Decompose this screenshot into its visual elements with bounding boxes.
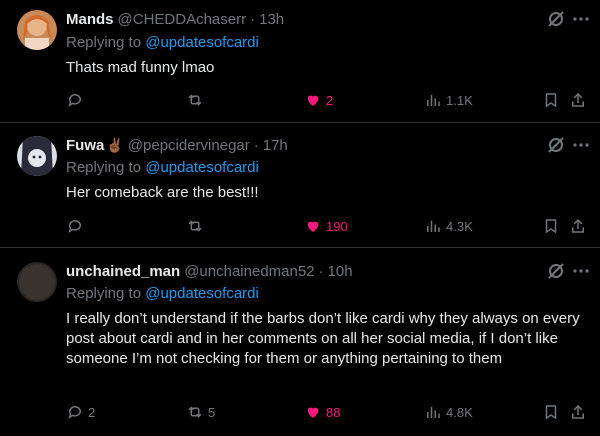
replying-to: Replying to @updatesofcardi xyxy=(66,159,259,179)
like-button[interactable]: 190 xyxy=(304,215,348,237)
bookmark-button[interactable] xyxy=(542,215,560,237)
retweet-icon xyxy=(188,406,202,418)
reply-button[interactable]: 2 xyxy=(66,401,95,423)
tweet-text: I really don’t understand if the barbs d… xyxy=(66,310,580,367)
heart-filled-icon xyxy=(307,221,319,232)
reply-icon xyxy=(68,94,81,107)
heart-filled-icon xyxy=(307,407,319,418)
retweet-button[interactable]: 5 xyxy=(186,401,215,423)
reply-button[interactable] xyxy=(66,215,88,237)
bookmark-icon xyxy=(545,405,557,420)
replying-to: Replying to @updatesofcardi xyxy=(66,34,259,54)
views-count: 4.3K xyxy=(446,218,473,234)
share-button[interactable] xyxy=(569,89,587,111)
views-button[interactable]: 4.3K xyxy=(424,215,473,237)
separator-dot: · xyxy=(250,10,256,28)
grok-icon[interactable] xyxy=(545,260,567,282)
avatar[interactable] xyxy=(17,10,57,50)
user-handle[interactable]: @unchainedman52 xyxy=(184,263,314,280)
display-name[interactable]: unchained_man xyxy=(66,263,180,280)
retweet-count: 5 xyxy=(208,404,216,420)
like-button[interactable]: 88 xyxy=(304,401,340,423)
user-handle[interactable]: @CHEDDAchaserr xyxy=(118,11,247,28)
display-name[interactable]: Mands xyxy=(66,11,114,28)
views-count: 4.8K xyxy=(446,404,473,420)
retweet-button[interactable] xyxy=(186,215,208,237)
timestamp[interactable]: 13h xyxy=(259,11,284,28)
views-icon xyxy=(427,406,440,418)
share-button[interactable] xyxy=(569,401,587,423)
separator-dot: · xyxy=(253,136,259,154)
replying-to-mention[interactable]: @updatesofcardi xyxy=(145,34,259,51)
retweet-icon xyxy=(188,220,202,232)
views-icon xyxy=(427,220,440,232)
like-button[interactable]: 2 xyxy=(304,89,333,111)
retweet-button[interactable] xyxy=(186,89,208,111)
like-count: 2 xyxy=(326,92,334,108)
like-count: 190 xyxy=(326,218,348,234)
tweet-header: Fuwa ✌🏾 @pepcidervinegar · 17h xyxy=(66,135,288,155)
like-count: 88 xyxy=(326,404,341,420)
replying-to-mention[interactable]: @updatesofcardi xyxy=(145,285,259,302)
share-button[interactable] xyxy=(569,215,587,237)
more-icon[interactable] xyxy=(570,134,592,156)
replying-to-mention[interactable]: @updatesofcardi xyxy=(145,159,259,176)
more-icon[interactable] xyxy=(570,8,592,30)
heart-filled-icon xyxy=(307,95,319,106)
replying-label: Replying to xyxy=(66,159,142,176)
reply-button[interactable] xyxy=(66,89,88,111)
views-button[interactable]: 4.8K xyxy=(424,401,473,423)
reply-icon xyxy=(68,220,81,233)
display-name[interactable]: Fuwa xyxy=(66,137,104,154)
views-icon xyxy=(427,94,440,106)
bookmark-icon xyxy=(545,93,557,108)
share-icon xyxy=(572,404,584,419)
replying-label: Replying to xyxy=(66,34,142,51)
name-emoji: ✌🏾 xyxy=(106,136,124,153)
separator-dot: · xyxy=(318,262,324,280)
grok-icon[interactable] xyxy=(545,8,567,30)
tweet-header: unchained_man @unchainedman52 · 10h xyxy=(66,261,353,281)
share-icon xyxy=(572,218,584,233)
timestamp[interactable]: 10h xyxy=(328,263,353,280)
avatar[interactable] xyxy=(17,262,57,302)
views-button[interactable]: 1.1K xyxy=(424,89,473,111)
replying-label: Replying to xyxy=(66,285,142,302)
avatar[interactable] xyxy=(17,136,57,176)
tweet-text: Thats mad funny lmao xyxy=(66,59,215,76)
grok-icon[interactable] xyxy=(545,134,567,156)
retweet-icon xyxy=(188,94,202,106)
tweet-text: Her comeback are the best!!! xyxy=(66,184,259,201)
tweet-header: Mands @CHEDDAchaserr · 13h xyxy=(66,9,284,29)
more-icon[interactable] xyxy=(570,260,592,282)
bookmark-icon xyxy=(545,219,557,234)
user-handle[interactable]: @pepcidervinegar xyxy=(128,137,250,154)
bookmark-button[interactable] xyxy=(542,401,560,423)
reply-count: 2 xyxy=(88,404,96,420)
reply-icon xyxy=(68,406,81,419)
views-count: 1.1K xyxy=(446,92,473,108)
share-icon xyxy=(572,92,584,107)
replying-to: Replying to @updatesofcardi xyxy=(66,285,259,305)
timestamp[interactable]: 17h xyxy=(263,137,288,154)
bookmark-button[interactable] xyxy=(542,89,560,111)
